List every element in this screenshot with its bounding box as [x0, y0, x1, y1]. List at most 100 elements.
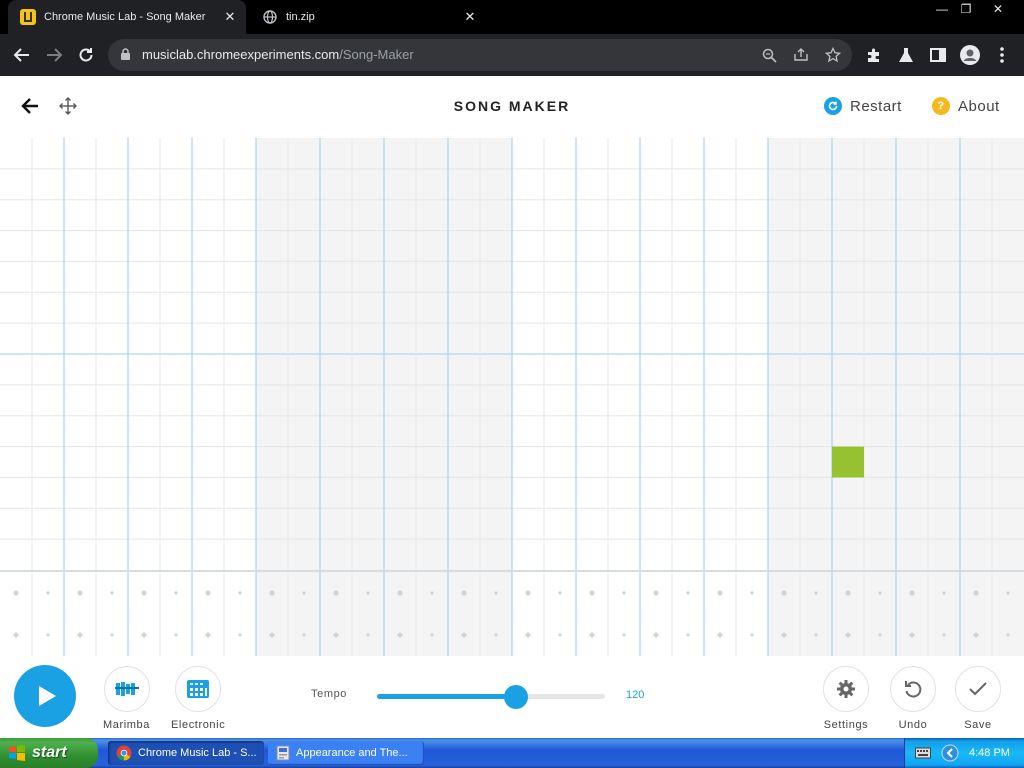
percussion-diamond[interactable] [622, 633, 626, 637]
percussion-dot[interactable] [622, 591, 626, 595]
address-bar[interactable]: musiclab.chromeexperiments.com/Song-Make… [108, 39, 852, 71]
restart-label: Restart [850, 97, 902, 115]
percussion-dot[interactable] [13, 590, 19, 596]
percussion-diamond[interactable] [686, 633, 690, 637]
close-window-icon[interactable]: ✕ [984, 0, 1012, 18]
percussion-dot[interactable] [494, 591, 498, 595]
percussion-diamond[interactable] [110, 633, 114, 637]
percussion-dot[interactable] [302, 591, 306, 595]
taskbar-item-appearance[interactable]: Appearance and The... [268, 741, 424, 765]
percussion-diamond[interactable] [525, 632, 531, 638]
percussion-grid[interactable] [0, 570, 1024, 656]
instrument-label: Marimba [103, 719, 150, 731]
checkmark-icon [955, 666, 1001, 712]
percussion-diamond[interactable] [46, 633, 50, 637]
bookmark-star-icon[interactable] [824, 47, 842, 63]
tempo-slider[interactable] [377, 685, 605, 709]
restore-window-icon[interactable]: ❐ [952, 0, 980, 18]
active-note[interactable] [832, 446, 864, 478]
zoom-icon[interactable] [760, 47, 778, 63]
percussion-dot[interactable] [814, 591, 818, 595]
percussion-diamond[interactable] [750, 633, 754, 637]
start-button[interactable]: start [0, 738, 98, 768]
chrome-menu-icon[interactable] [992, 45, 1012, 65]
help-question-icon: ? [932, 97, 950, 115]
taskbar-item-label: Chrome Music Lab - S... [138, 747, 257, 759]
restart-button[interactable]: Restart [824, 97, 902, 115]
percussion-dot[interactable] [238, 591, 242, 595]
close-tab-icon[interactable]: ✕ [460, 9, 480, 25]
percussion-diamond[interactable] [589, 632, 595, 638]
percussion-button[interactable]: Electronic [171, 666, 225, 731]
play-button[interactable] [14, 665, 76, 727]
about-label: About [958, 97, 1000, 115]
instrument-button[interactable]: Marimba [103, 666, 150, 731]
save-button[interactable]: Save [955, 666, 1001, 731]
percussion-diamond[interactable] [13, 632, 19, 638]
tempo-slider-handle[interactable] [504, 685, 529, 709]
percussion-dot[interactable] [430, 591, 434, 595]
tab-song-maker[interactable]: Chrome Music Lab - Song Maker ✕ [8, 0, 246, 34]
reload-icon[interactable] [74, 43, 98, 67]
percussion-dot[interactable] [46, 591, 50, 595]
percussion-dot[interactable] [461, 590, 467, 596]
close-tab-icon[interactable]: ✕ [220, 9, 240, 25]
percussion-dot[interactable] [942, 591, 946, 595]
percussion-dot[interactable] [973, 590, 979, 596]
percussion-dot[interactable] [878, 591, 882, 595]
percussion-diamond[interactable] [238, 633, 242, 637]
percussion-dot[interactable] [558, 591, 562, 595]
percussion-dot[interactable] [397, 590, 403, 596]
percussion-dot[interactable] [205, 590, 211, 596]
percussion-dot[interactable] [589, 590, 595, 596]
forward-nav-icon[interactable] [42, 43, 66, 67]
tab-tin-zip[interactable]: tin.zip ✕ [250, 0, 486, 34]
side-panel-icon[interactable] [928, 45, 948, 65]
percussion-diamond[interactable] [77, 632, 83, 638]
extensions-puzzle-icon[interactable] [864, 45, 884, 65]
percussion-dot[interactable] [141, 590, 147, 596]
percussion-diamond[interactable] [717, 632, 723, 638]
percussion-dot[interactable] [845, 590, 851, 596]
undo-button[interactable]: Undo [890, 666, 936, 731]
music-lab-favicon-icon [20, 9, 36, 25]
percussion-dot[interactable] [781, 590, 787, 596]
percussion-diamond[interactable] [174, 633, 178, 637]
percussion-dot[interactable] [110, 591, 114, 595]
keyboard-tray-icon[interactable] [915, 746, 931, 764]
back-nav-icon[interactable] [10, 43, 34, 67]
tray-expand-icon[interactable] [941, 744, 959, 767]
browser-tab-strip: Chrome Music Lab - Song Maker ✕ tin.zip … [0, 0, 1024, 34]
percussion-dot[interactable] [269, 590, 275, 596]
melody-grid[interactable] [0, 138, 1024, 570]
percussion-dot[interactable] [333, 590, 339, 596]
percussion-dot[interactable] [174, 591, 178, 595]
percussion-diamond[interactable] [141, 632, 147, 638]
about-button[interactable]: ? About [932, 97, 1000, 115]
marimba-icon [103, 666, 150, 712]
clock: 4:48 PM [969, 747, 1010, 759]
percussion-dot[interactable] [686, 591, 690, 595]
percussion-diamond[interactable] [558, 633, 562, 637]
percussion-dot[interactable] [653, 590, 659, 596]
percussion-grid-canvas[interactable] [0, 572, 1024, 656]
percussion-dot[interactable] [1006, 591, 1010, 595]
labs-flask-icon[interactable] [896, 45, 916, 65]
lock-icon[interactable] [120, 48, 131, 66]
percussion-dot[interactable] [525, 590, 531, 596]
browser-toolbar: musiclab.chromeexperiments.com/Song-Make… [0, 34, 1024, 76]
taskbar-item-chrome[interactable]: Chrome Music Lab - S... [108, 741, 264, 765]
settings-button[interactable]: Settings [823, 666, 869, 731]
share-icon[interactable] [792, 47, 810, 63]
melody-grid-canvas[interactable] [0, 138, 1024, 570]
percussion-dot[interactable] [909, 590, 915, 596]
profile-avatar-icon[interactable] [960, 45, 980, 65]
percussion-dot[interactable] [750, 591, 754, 595]
percussion-dot[interactable] [717, 590, 723, 596]
percussion-diamond[interactable] [653, 632, 659, 638]
drum-machine-icon [175, 666, 222, 712]
percussion-diamond[interactable] [205, 632, 211, 638]
settings-label: Settings [823, 719, 869, 731]
percussion-dot[interactable] [366, 591, 370, 595]
percussion-dot[interactable] [77, 590, 83, 596]
